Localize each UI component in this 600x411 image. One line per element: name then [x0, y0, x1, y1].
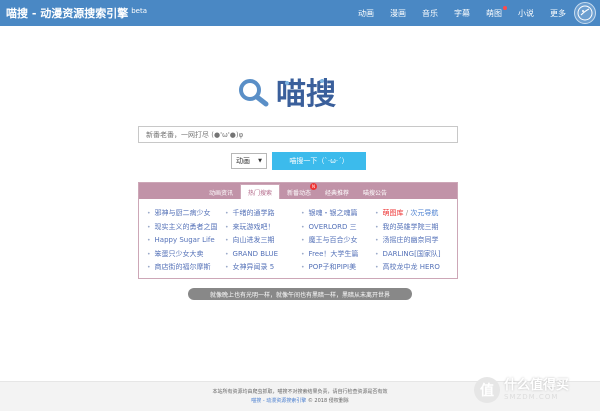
list-item[interactable]: GRAND BLUE [225, 248, 279, 262]
panel-tabs: 动画资讯 热门搜索 新番动态 N 经典推荐 喵搜公告 [139, 183, 457, 199]
list-item[interactable]: Happy Sugar Life [147, 234, 218, 248]
nav-item-moe-images-label: 萌图 [486, 8, 502, 18]
list-item[interactable]: 高校龙中龙 HERO [375, 261, 441, 275]
list-item[interactable]: POP子和PIPI美 [301, 261, 358, 275]
footer-site-link[interactable]: 喵搜 - 动漫资源搜索引擎 [251, 398, 306, 404]
list-item[interactable]: 女神异闻录 5 [225, 261, 278, 275]
watermark-cn: 什么值得买 [504, 378, 570, 393]
main-nav: 动画 漫画 音乐 字幕 萌图 小说 更多 [342, 0, 566, 26]
list-item[interactable]: 笨蛋只少女大卖 [147, 248, 218, 262]
tab-anime-news[interactable]: 动画资讯 [202, 185, 240, 199]
avatar-icon [577, 5, 593, 21]
nav-item-subtitles[interactable]: 字幕 [454, 8, 470, 19]
notification-dot [503, 5, 507, 10]
search-button[interactable]: 喵搜一下（`·ω·´） [272, 152, 366, 170]
tab-new-season-label: 新番动态 [286, 189, 311, 197]
list-column: 银魂・银之魂篇 OVERLORD 三 魔王与百合少女 Free！大学生篇 POP… [301, 207, 359, 275]
list-item[interactable]: 汤摇庄的幽奈同学 [375, 234, 441, 248]
watermark-text: 什么值得买 SMZDM.COM [504, 378, 570, 402]
tab-announcements[interactable]: 喵搜公告 [356, 185, 394, 199]
list-item[interactable]: 我的英雄学院三期 [375, 221, 441, 235]
top-bar: 喵搜 - 动漫资源搜索引擎 beta 动画 漫画 音乐 字幕 萌图 小说 更多 [0, 0, 600, 26]
nav-item-anime[interactable]: 动画 [358, 8, 374, 19]
search-input[interactable] [138, 126, 458, 143]
list-item-special[interactable]: 萌图库 / 次元导航 [375, 207, 441, 221]
beta-badge: beta [131, 7, 148, 15]
nav-item-more[interactable]: 更多 [550, 8, 566, 19]
chevron-down-icon: ▼ [258, 158, 262, 164]
moe-gallery-link[interactable]: 萌图库 [383, 209, 404, 217]
list-item[interactable]: DARLING[国家队] [375, 248, 441, 262]
user-avatar[interactable] [574, 2, 596, 24]
tab-classics[interactable]: 经典推荐 [318, 185, 356, 199]
slogan-banner: 就像晚上也有光明一样，就像午间也有黑暗一样，黑暗从未离开世界 [188, 288, 412, 300]
nav-item-manga[interactable]: 漫画 [390, 8, 406, 19]
list-item[interactable]: 银魂・银之魂篇 [301, 207, 358, 221]
list-item[interactable]: 来玩游戏吧！ [225, 221, 278, 235]
list-item[interactable]: 向山进发三期 [225, 234, 278, 248]
nav-item-novels[interactable]: 小说 [518, 8, 534, 19]
list-item[interactable]: 千绪的通学路 [225, 207, 278, 221]
watermark-en: SMZDM.COM [504, 393, 559, 401]
site-logo: 喵搜 [236, 72, 358, 114]
list-item[interactable]: 魔王与百合少女 [301, 234, 358, 248]
tab-hot-searches[interactable]: 热门搜索 [239, 184, 280, 199]
list-item[interactable]: 邪神与厨二病少女 [147, 207, 218, 221]
separator: / [405, 209, 409, 217]
logo-text: 喵搜 [276, 77, 336, 112]
list-item[interactable]: Free！大学生篇 [301, 248, 359, 262]
list-item[interactable]: OVERLORD 三 [301, 221, 358, 235]
logo-graphic: 喵搜 [239, 77, 336, 112]
dimension-nav-link[interactable]: 次元导航 [410, 209, 438, 217]
list-column: 千绪的通学路 来玩游戏吧！ 向山进发三期 GRAND BLUE 女神异闻录 5 [225, 207, 279, 275]
nav-item-moe-images[interactable]: 萌图 [486, 5, 507, 19]
search-type-select[interactable]: 动画 ▼ [231, 153, 267, 169]
tab-badge: N [310, 183, 317, 190]
watermark: 值 什么值得买 SMZDM.COM [474, 375, 592, 405]
trending-panel: 动画资讯 热门搜索 新番动态N 经典推荐 喵搜公告 邪神与厨二病少女 现实主义的… [138, 182, 458, 279]
list-column: 萌图库 / 次元导航 我的英雄学院三期 汤摇庄的幽奈同学 DARLING[国家队… [375, 207, 441, 275]
search-type-value: 动画 [236, 157, 250, 165]
list-item[interactable]: 现实主义的勇者之国 [147, 221, 218, 235]
watermark-logo-icon: 值 [474, 377, 500, 403]
site-title[interactable]: 喵搜 - 动漫资源搜索引擎 beta [6, 5, 147, 21]
list-column: 邪神与厨二病少女 现实主义的勇者之国 Happy Sugar Life 笨蛋只少… [147, 207, 218, 275]
copyright-text: © 2018 侵权删除 [307, 398, 349, 404]
tab-new-season[interactable]: 新番动态 N [280, 183, 318, 199]
list-item[interactable]: 商店街的福尔摩斯 [147, 261, 218, 275]
nav-item-music[interactable]: 音乐 [422, 8, 438, 19]
site-title-text: 喵搜 - 动漫资源搜索引擎 [6, 7, 129, 20]
